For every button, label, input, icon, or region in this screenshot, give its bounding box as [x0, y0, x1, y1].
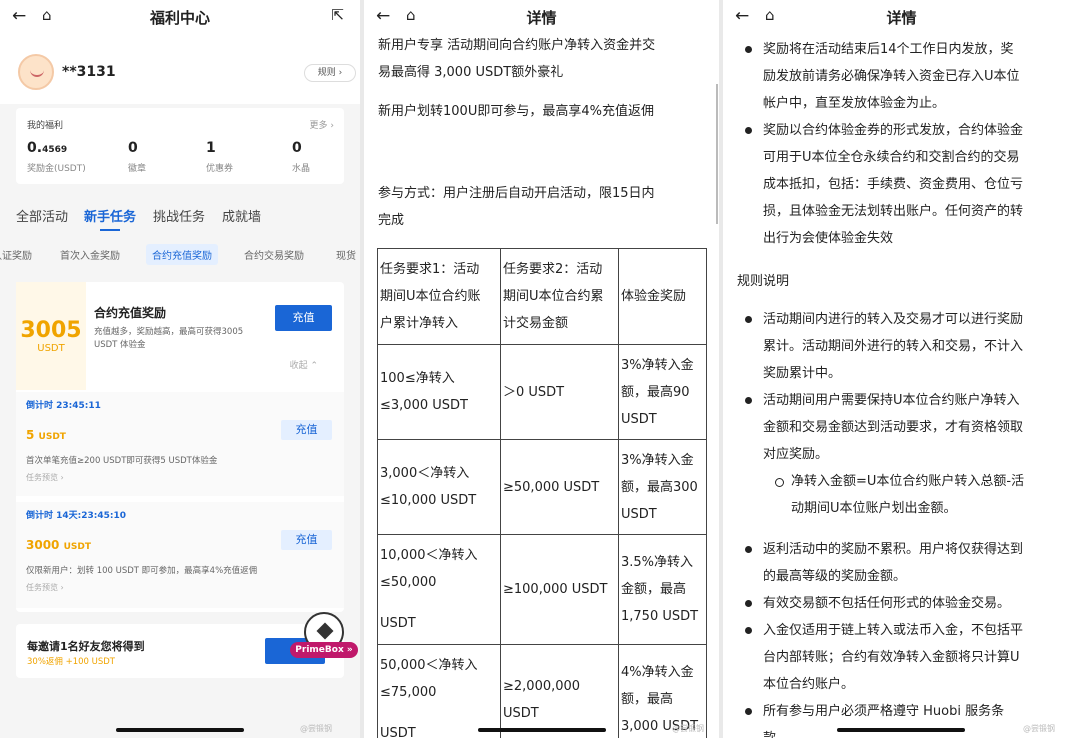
- section-heading: 规则说明: [737, 274, 790, 289]
- chip-verify[interactable]: 认证奖励: [0, 244, 38, 265]
- watermark: @尝锻钢: [1023, 724, 1055, 733]
- list-item: 所有参与用户必须严格遵守 Huobi 服务条款: [737, 698, 1070, 738]
- scrollbar[interactable]: [716, 84, 718, 224]
- stat-reward[interactable]: 0.4569 奖励金(USDT): [27, 140, 86, 174]
- details-screen-1: ← ⌂ 详情 新用户专享 活动期间向合约账户净转入资金并交 易最高得 3,000 …: [364, 0, 719, 738]
- deposit-button-small[interactable]: 充值: [281, 420, 332, 440]
- watermark: @尝锻钢: [300, 724, 332, 733]
- benefits-title: 我的福利: [27, 121, 64, 131]
- home-indicator: [837, 728, 965, 732]
- sub-list-item: 净转入金额=U本位合约账户转入总额-活 动期间U本位账户划出金额。: [737, 468, 1070, 522]
- subtask-2: 倒计时 14天:23:45:10 3000 USDT 充值 仅限新用户：划转 1…: [16, 502, 344, 608]
- countdown-timer: 倒计时 14天:23:45:10: [26, 511, 127, 521]
- avatar[interactable]: [18, 54, 54, 90]
- table-row: 50,000＜净转入 ≤75,000 USDT ≥2,000,000 USDT 4%净…: [377, 644, 707, 738]
- my-benefits-card: 我的福利 更多 › 0.4569 奖励金(USDT) 0 徽章 1 优惠券 0 …: [16, 108, 344, 184]
- more-link[interactable]: 更多 ›: [310, 118, 334, 131]
- chip-first-deposit[interactable]: 首次入金奖励: [54, 244, 126, 265]
- back-arrow-icon[interactable]: ←: [735, 6, 749, 26]
- primebox-badge[interactable]: PrimeBox »: [290, 642, 358, 658]
- details-screen-2: ← ⌂ 详情 奖励将在活动结束后14个工作日内发放，奖 励发放前请务必确保净转入资…: [723, 0, 1080, 738]
- activity-tabs: 全部活动 新手任务 挑战任务 成就墙: [0, 198, 360, 232]
- subtask-description: 首次单笔充值≥200 USDT即可获得5 USDT体验金: [26, 456, 218, 466]
- watermark: @尝锻钢: [672, 724, 704, 733]
- reward-notes-list: 奖励将在活动结束后14个工作日内发放，奖 励发放前请务必确保净转入资金已存入U本位…: [737, 36, 1070, 252]
- participation-paragraph: 参与方式：用户注册后自动开启活动，限15日内 完成: [378, 186, 655, 228]
- invite-reward: 30%返佣 +100 USDT: [27, 657, 115, 667]
- chip-contract-trade[interactable]: 合约交易奖励: [238, 244, 310, 265]
- home-icon[interactable]: ⌂: [765, 6, 775, 24]
- page-title: 详情: [886, 9, 917, 27]
- intro-paragraph: 新用户专享 活动期间向合约账户净转入资金并交 易最高得 3,000 USDT额外豪…: [378, 38, 656, 80]
- stat-badges[interactable]: 0 徽章: [128, 140, 146, 174]
- subtask-description: 仅限新用户：划转 100 USDT 即可参加，最高享4%充值返佣: [26, 566, 258, 576]
- username: **3131: [62, 64, 116, 80]
- subtask-1: 倒计时 23:45:11 5 USDT 充值 首次单笔充值≥200 USDT即可…: [16, 392, 344, 496]
- table-row: 3,000＜净转入 ≤10,000 USDT ≥50,000 USDT 3%净转入…: [377, 439, 707, 535]
- deposit-button[interactable]: 充值: [275, 305, 332, 331]
- chip-contract-deposit[interactable]: 合约充值奖励: [146, 244, 218, 265]
- share-icon[interactable]: ⇱: [331, 6, 344, 24]
- list-item: 返利活动中的奖励不累积。用户将仅获得达到 的最高等级的奖励金额。: [737, 536, 1070, 590]
- back-arrow-icon[interactable]: ←: [376, 6, 390, 26]
- home-indicator: [478, 728, 606, 732]
- tab-achievements[interactable]: 成就墙: [222, 206, 261, 225]
- task-chips: 认证奖励 首次入金奖励 合约充值奖励 合约交易奖励 现货: [0, 240, 360, 268]
- table-row: 10,000＜净转入 ≤50,000 USDT ≥100,000 USDT 3.5%…: [377, 534, 707, 645]
- chip-spot[interactable]: 现货: [330, 244, 360, 265]
- table-row: 100≤净转入 ≤3,000 USDT ＞0 USDT 3%净转入金 额，最高90 U…: [377, 344, 707, 440]
- home-indicator: [116, 728, 244, 732]
- tab-newbie[interactable]: 新手任务: [84, 206, 136, 231]
- home-icon[interactable]: ⌂: [42, 6, 52, 24]
- back-arrow-icon[interactable]: ←: [12, 6, 26, 26]
- deposit-button-small[interactable]: 充值: [281, 530, 332, 550]
- list-item: 入金仅适用于链上转入或法币入金，不包括平 台内部转账；合约有效净转入金额将只计算U…: [737, 617, 1070, 698]
- tab-challenge[interactable]: 挑战任务: [153, 206, 205, 225]
- list-item: 活动期间用户需要保持U本位合约账户净转入 金额和交易金额达到活动要求，才有资格领取…: [737, 387, 1070, 468]
- list-item: 奖励以合约体验金券的形式发放，合约体验金 可用于U本位全仓永续合约和交割合约的交易…: [737, 117, 1070, 252]
- reward-table: 任务要求1：活动 期间U本位合约账 户累计净转入 任务要求2：活动 期间U本位合约累计…: [377, 248, 707, 738]
- rules-list: 活动期间内进行的转入及交易才可以进行奖励 累计。活动期间外进行的转入和交易，不计入…: [737, 306, 1070, 522]
- task-preview-link[interactable]: 任务预览 ›: [26, 472, 64, 483]
- rules-list-2: 返利活动中的奖励不累积。用户将仅获得达到 的最高等级的奖励金额。 有效交易额不包括…: [737, 536, 1070, 738]
- list-item: 有效交易额不包括任何形式的体验金交易。: [737, 590, 1070, 617]
- stat-coupons[interactable]: 1 优惠券: [206, 140, 233, 174]
- collapse-toggle[interactable]: 收起 ⌃: [290, 358, 318, 371]
- rules-button[interactable]: 规则 ›: [304, 64, 356, 82]
- home-icon[interactable]: ⌂: [406, 6, 416, 24]
- page-title: 福利中心: [149, 9, 210, 27]
- list-item: 奖励将在活动结束后14个工作日内发放，奖 励发放前请务必确保净转入资金已存入U本位…: [737, 36, 1070, 117]
- header: ← ⌂ 福利中心 ⇱: [0, 0, 360, 34]
- card-description: 充值越多，奖励越高，最高可获得3005 USDT 体验金: [94, 327, 244, 350]
- newbie-paragraph: 新用户划转100U即可参与，最高享4%充值返佣: [378, 104, 654, 119]
- welfare-center-screen: ← ⌂ 福利中心 ⇱ **3131 规则 › 我的福利 更多 › 0.4569 …: [0, 0, 360, 738]
- contract-deposit-card: 3005 USDT 合约充值奖励 充值越多，奖励越高，最高可获得3005 USD…: [16, 282, 344, 612]
- table-header-row: 任务要求1：活动 期间U本位合约账 户累计净转入 任务要求2：活动 期间U本位合约累计…: [377, 248, 707, 345]
- header: ← ⌂ 详情: [364, 0, 719, 34]
- task-preview-link[interactable]: 任务预览 ›: [26, 582, 64, 593]
- countdown-timer: 倒计时 23:45:11: [26, 401, 101, 411]
- tab-all[interactable]: 全部活动: [16, 206, 68, 225]
- reward-amount-badge: 3005 USDT: [16, 282, 86, 390]
- stat-crystals[interactable]: 0 水晶: [292, 140, 310, 174]
- invite-title: 每邀请1名好友您将得到: [27, 640, 145, 653]
- list-item: 活动期间内进行的转入及交易才可以进行奖励 累计。活动期间外进行的转入和交易，不计入…: [737, 306, 1070, 387]
- card-heading: 合约充值奖励: [94, 306, 167, 320]
- page-title: 详情: [526, 9, 557, 27]
- header: ← ⌂ 详情: [723, 0, 1080, 34]
